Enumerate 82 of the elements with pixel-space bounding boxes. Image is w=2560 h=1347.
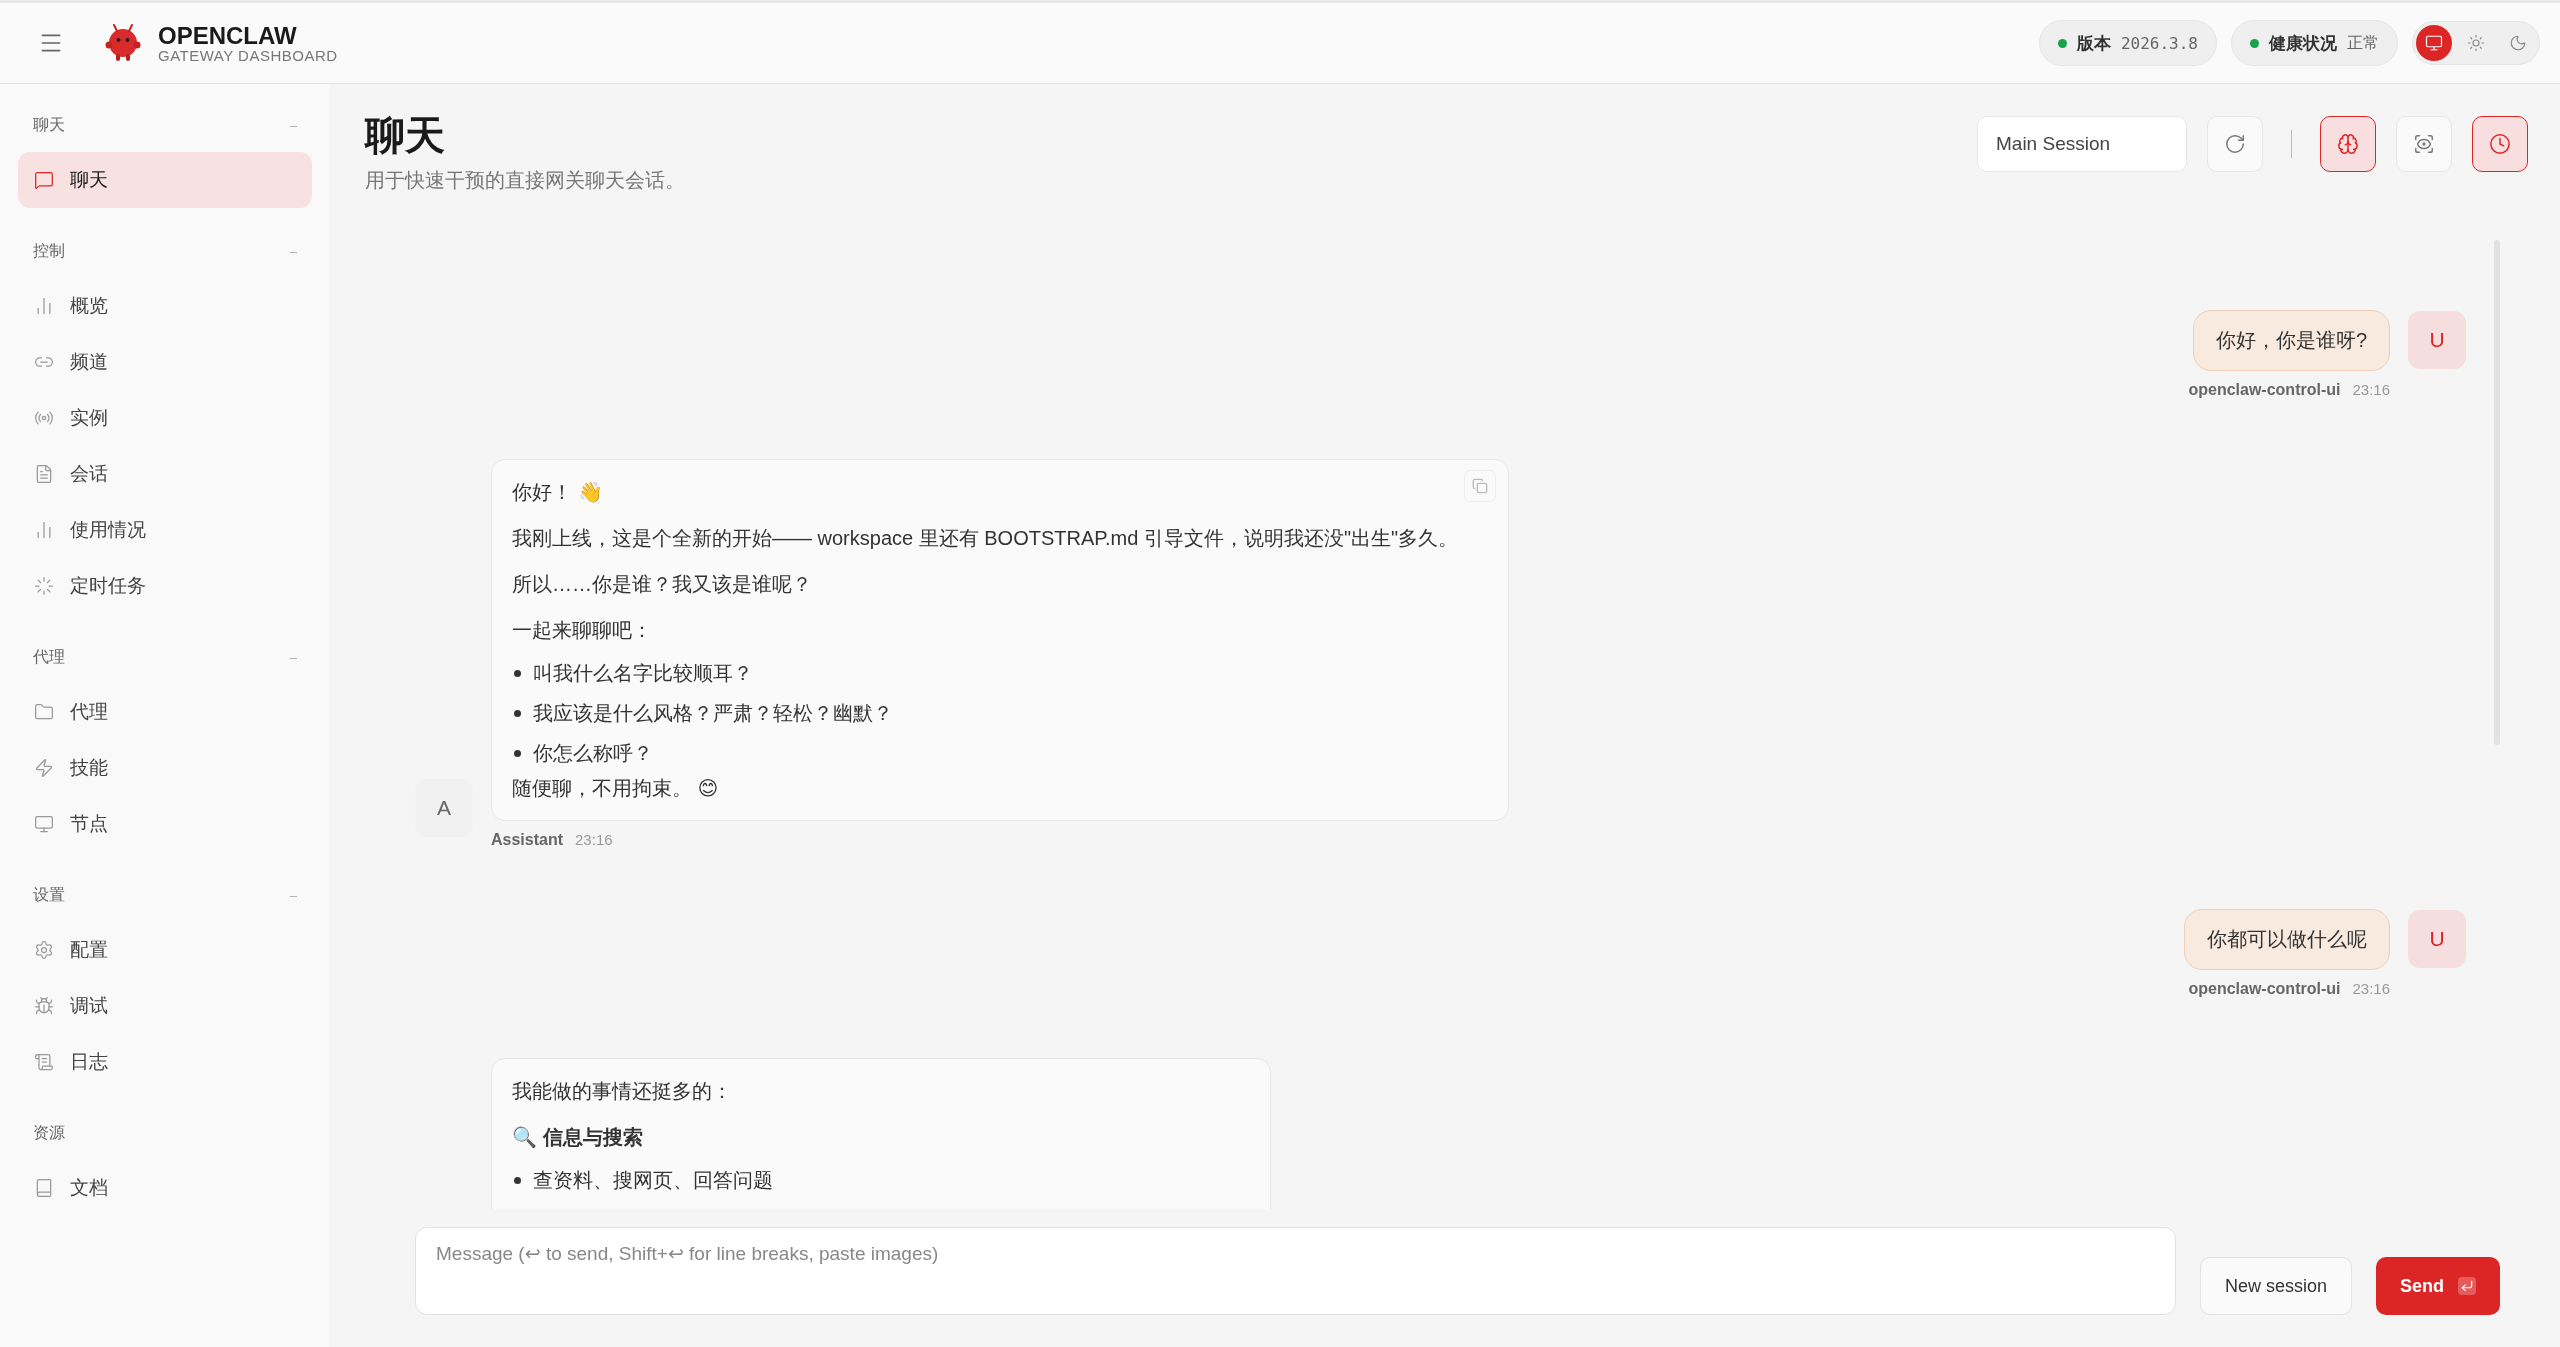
nav-item[interactable]: 概览 <box>18 278 312 334</box>
nav-item[interactable]: 实例 <box>18 390 312 446</box>
message-author: openclaw-control-ui <box>2188 381 2341 399</box>
assistant-avatar: A <box>415 779 473 837</box>
settings-icon <box>34 940 54 960</box>
moon-icon <box>2509 34 2527 52</box>
message-time: 23:16 <box>2352 980 2390 997</box>
list-item-text: 你怎么称呼？ <box>533 741 653 766</box>
refresh-button[interactable] <box>2207 116 2263 172</box>
book-icon <box>34 1178 54 1198</box>
message-author: Assistant <box>491 831 564 849</box>
send-button[interactable]: Send <box>2376 1257 2500 1315</box>
brand-subtitle: GATEWAY DASHBOARD <box>158 47 338 64</box>
scroll-icon <box>34 1052 54 1072</box>
focus-icon <box>2413 133 2435 155</box>
nav-item[interactable]: 配置 <box>18 922 312 978</box>
nav-item[interactable]: 文档 <box>18 1160 312 1216</box>
list-item-text: 叫我什么名字比较顺耳？ <box>533 661 753 686</box>
lightning-icon <box>34 758 54 778</box>
nav-item[interactable]: 使用情况 <box>18 502 312 558</box>
message-text: 所以……你是谁？我又该是谁呢？ <box>512 572 813 597</box>
nav-group-label: 聊天 <box>33 114 65 135</box>
nav-item[interactable]: 会话 <box>18 446 312 502</box>
list-item-text: 查资料、搜网页、回答问题 <box>533 1168 773 1193</box>
status-value: 正常 <box>2347 32 2379 53</box>
nav-item[interactable]: 调试 <box>18 978 312 1034</box>
thinking-toggle[interactable] <box>2320 116 2376 172</box>
message-text: 我能做的事情还挺多的： <box>512 1079 733 1104</box>
user-message: 你都可以做什么呢 <box>2184 909 2390 970</box>
message-time: 23:16 <box>575 831 613 848</box>
sun-icon <box>2467 34 2485 52</box>
enter-key-icon <box>2458 1277 2476 1295</box>
user-message: 你好，你是谁呀? <box>2192 310 2390 371</box>
chat-icon <box>34 170 54 190</box>
document-icon <box>34 464 54 484</box>
status-label: 版本 <box>2076 32 2111 55</box>
message-author: openclaw-control-ui <box>2188 980 2341 998</box>
section-heading: 🔍 信息与搜索 <box>512 1125 644 1150</box>
loader-icon <box>34 576 54 596</box>
bullet-icon <box>514 669 521 677</box>
refresh-icon <box>2224 133 2246 155</box>
nav-item[interactable]: 定时任务 <box>18 558 312 614</box>
message-text: 一起来聊聊吧： <box>512 618 653 643</box>
nav-group-label: 代理 <box>33 646 65 667</box>
monitor-icon <box>34 814 54 834</box>
nav-item[interactable]: 聊天 <box>18 152 312 208</box>
nav-item[interactable]: 频道 <box>18 334 312 390</box>
status-value: 2026.3.8 <box>2120 33 2198 53</box>
message-text: 你好！ 👋 <box>512 480 604 505</box>
nav-item[interactable]: 日志 <box>18 1034 312 1090</box>
new-session-button[interactable]: New session <box>2199 1257 2352 1315</box>
list-item-text: 我应该是什么风格？严肃？轻松？幽默？ <box>533 701 893 726</box>
focus-toggle[interactable] <box>2396 116 2452 172</box>
message-input[interactable]: Message (↩ to send, Shift+↩ for line breaks, paste images) <box>415 1227 2176 1315</box>
copy-button[interactable] <box>1464 470 1497 502</box>
page-subtitle: 用于快速干预的直接网关聊天会话。 <box>365 168 685 193</box>
message-time: 23:16 <box>2352 381 2390 398</box>
session-select[interactable]: Main Session <box>1977 116 2187 172</box>
bullet-icon <box>514 1176 521 1184</box>
nav-item[interactable]: 代理 <box>18 684 312 740</box>
message-text: 我刚上线，这是个全新的开始—— workspace 里还有 BOOTSTRAP.md 引导文件，说明我还没"出生"多久。 <box>512 526 1459 551</box>
status-label: 健康状况 <box>2269 32 2337 55</box>
bullet-icon <box>514 709 521 717</box>
clock-icon <box>2489 133 2511 155</box>
monitor-theme-button[interactable] <box>2416 25 2452 61</box>
nav-item[interactable]: 节点 <box>18 796 312 852</box>
nav-group-label: 资源 <box>33 1122 65 1143</box>
nav-item[interactable]: 技能 <box>18 740 312 796</box>
folder-icon <box>34 702 54 722</box>
brain-icon <box>2337 133 2359 155</box>
message-text: 随便聊，不用拘束。 😊 <box>512 776 720 801</box>
bug-icon <box>34 996 54 1016</box>
user-avatar: U <box>2408 910 2466 968</box>
bullet-icon <box>514 749 521 757</box>
nav-group-label: 设置 <box>33 884 65 905</box>
monitor-icon <box>2425 34 2443 52</box>
brand-title: OPENCLAW <box>158 22 298 48</box>
nav-group-label: 控制 <box>33 240 65 261</box>
copy-icon <box>1472 478 1489 494</box>
schedule-toggle[interactable] <box>2472 116 2528 172</box>
user-avatar: U <box>2408 311 2466 369</box>
page-title: 聊天 <box>365 112 446 159</box>
